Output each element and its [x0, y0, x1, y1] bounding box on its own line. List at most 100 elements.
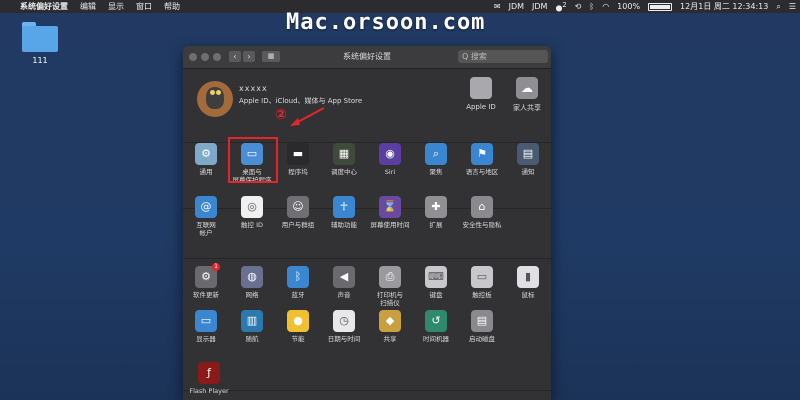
pref-label: 调度中心	[331, 168, 357, 176]
pref-extensions[interactable]: ✚ 扩展	[412, 196, 460, 229]
desktop-folder-label: 111	[32, 56, 48, 65]
pref-bluetooth[interactable]: ᛒ 蓝牙	[274, 266, 322, 299]
users-groups-icon: ☺	[287, 196, 309, 218]
pref-printers-scanners[interactable]: ⎙ 打印机与 扫描仪	[366, 266, 414, 307]
family-sharing-icon: ☁	[516, 77, 538, 99]
search-field[interactable]: Q 搜索	[458, 50, 548, 63]
pref-displays[interactable]: ▭ 显示器	[183, 310, 230, 343]
watermark: Mac.orsoon.com	[286, 10, 486, 35]
highlight-box	[228, 137, 278, 183]
pref-date-time[interactable]: ◷ 日期与时间	[320, 310, 368, 343]
battery-percent[interactable]: 100%	[613, 0, 644, 13]
pref-touch-id[interactable]: ◎ 触控 ID	[228, 196, 276, 229]
pref-sound[interactable]: ◀ 声音	[320, 266, 368, 299]
family-sharing-label: 家人共享	[513, 104, 541, 112]
pref-network[interactable]: ◍ 网络	[228, 266, 276, 299]
desktop-folder-icon[interactable]	[22, 22, 58, 52]
pref-label: 声音	[337, 291, 351, 299]
annotation-arrow-icon	[290, 107, 325, 126]
internet-accounts-icon: @	[195, 196, 217, 218]
startup-disk-icon: ▤	[471, 310, 493, 332]
displays-icon: ▭	[195, 310, 217, 332]
pref-label: 触控板	[472, 291, 492, 299]
pref-users-groups[interactable]: ☺ 用户与群组	[274, 196, 322, 229]
pref-label: 网络	[245, 291, 259, 299]
menu-window[interactable]: 窗口	[130, 0, 158, 13]
touch-id-icon: ◎	[241, 196, 263, 218]
pref-label: 显示器	[196, 335, 216, 343]
menu-app-name[interactable]: 系统偏好设置	[14, 0, 74, 13]
bluetooth-status-icon[interactable]: ᛒ	[585, 0, 598, 13]
avatar[interactable]	[197, 81, 233, 117]
language-region-icon: ⚑	[471, 143, 493, 165]
wifi-icon[interactable]: ◠	[598, 0, 613, 13]
time-machine-icon: ↺	[425, 310, 447, 332]
account-section: xxxxx Apple ID、iCloud、媒体与 App Store Appl…	[183, 69, 551, 143]
title-bar[interactable]: ‹ › ▦ 系统偏好设置 Q 搜索	[183, 46, 551, 69]
pref-screen-time[interactable]: ⌛ 屏幕使用时间	[366, 196, 414, 229]
account-name: xxxxx	[239, 84, 268, 93]
general-icon: ⚙	[195, 143, 217, 165]
pref-keyboard[interactable]: ⌨ 键盘	[412, 266, 460, 299]
pref-mission-control[interactable]: ▦ 调度中心	[320, 143, 368, 176]
pref-security-privacy[interactable]: ⌂ 安全性与隐私	[458, 196, 506, 229]
spotlight-search-icon[interactable]: ⌕	[772, 0, 784, 13]
battery-icon[interactable]	[644, 0, 676, 13]
pref-label: 聚焦	[429, 168, 443, 176]
pref-startup-disk[interactable]: ▤ 启动磁盘	[458, 310, 506, 343]
pref-software-update[interactable]: ⚙ 1 软件更新	[183, 263, 230, 299]
jdm-status-1[interactable]: JDM	[505, 0, 528, 13]
jdm-status-2[interactable]: JDM	[528, 0, 551, 13]
pref-siri[interactable]: ◉ Siri	[366, 143, 414, 176]
menu-view[interactable]: 显示	[102, 0, 130, 13]
pref-notifications[interactable]: ▤ 通知	[504, 143, 551, 176]
pref-general[interactable]: ⚙ 通用	[183, 143, 230, 176]
pref-label: 语言与地区	[465, 168, 499, 176]
spotlight-icon: ⌕	[425, 143, 447, 165]
pref-trackpad[interactable]: ▭ 触控板	[458, 266, 506, 299]
clock[interactable]: 12月1日 周二 12:34:13	[676, 0, 772, 13]
apple-id-icon	[470, 77, 492, 99]
mission-control-icon: ▦	[333, 143, 355, 165]
bluetooth-icon: ᛒ	[287, 266, 309, 288]
pref-mouse[interactable]: ▮ 鼠标	[504, 266, 551, 299]
pref-label: 时间机器	[423, 335, 449, 343]
pref-label: 键盘	[429, 291, 443, 299]
dock-icon: ▬	[287, 143, 309, 165]
family-sharing-pref[interactable]: ☁ 家人共享	[504, 77, 550, 113]
pref-label: 日期与时间	[327, 335, 361, 343]
pref-label: 互联网 帐户	[196, 221, 216, 237]
pref-label: 蓝牙	[291, 291, 305, 299]
keyboard-icon: ⌨	[425, 266, 447, 288]
pref-dock[interactable]: ▬ 程序坞	[274, 143, 322, 176]
screen-time-icon: ⌛	[379, 196, 401, 218]
pref-flash-player[interactable]: ƒ Flash Player	[185, 362, 233, 395]
pref-accessibility[interactable]: ☥ 辅助功能	[320, 196, 368, 229]
menu-edit[interactable]: 编辑	[74, 0, 102, 13]
energy-saver-icon: ●	[287, 310, 309, 332]
siri-icon: ◉	[379, 143, 401, 165]
pref-sharing[interactable]: ◆ 共享	[366, 310, 414, 343]
menu-help[interactable]: 帮助	[158, 0, 186, 13]
pref-label: 辅助功能	[331, 221, 357, 229]
pref-label: 触控 ID	[241, 221, 263, 229]
input-method-icon[interactable]: ✉	[490, 0, 505, 13]
pref-label: 节能	[291, 335, 305, 343]
pref-label: 打印机与 扫描仪	[377, 291, 403, 307]
extensions-icon: ✚	[425, 196, 447, 218]
date-time-icon: ◷	[333, 310, 355, 332]
wechat-count: 2	[562, 0, 567, 9]
network-icon: ◍	[241, 266, 263, 288]
system-preferences-window: ‹ › ▦ 系统偏好设置 Q 搜索 xxxxx Apple ID、iCloud、…	[183, 46, 551, 400]
pref-spotlight[interactable]: ⌕ 聚焦	[412, 143, 460, 176]
apple-id-pref[interactable]: Apple ID	[458, 77, 504, 111]
pref-energy-saver[interactable]: ● 节能	[274, 310, 322, 343]
pref-time-machine[interactable]: ↺ 时间机器	[412, 310, 460, 343]
pref-label: Flash Player	[189, 387, 229, 395]
wechat-icon[interactable]: ●2	[551, 0, 570, 14]
pref-language-region[interactable]: ⚑ 语言与地区	[458, 143, 506, 176]
control-center-icon[interactable]: ☰	[785, 0, 800, 13]
pref-sidecar[interactable]: ▥ 随航	[228, 310, 276, 343]
sync-icon[interactable]: ⟲	[571, 0, 586, 13]
pref-internet-accounts[interactable]: @ 互联网 帐户	[183, 196, 230, 237]
